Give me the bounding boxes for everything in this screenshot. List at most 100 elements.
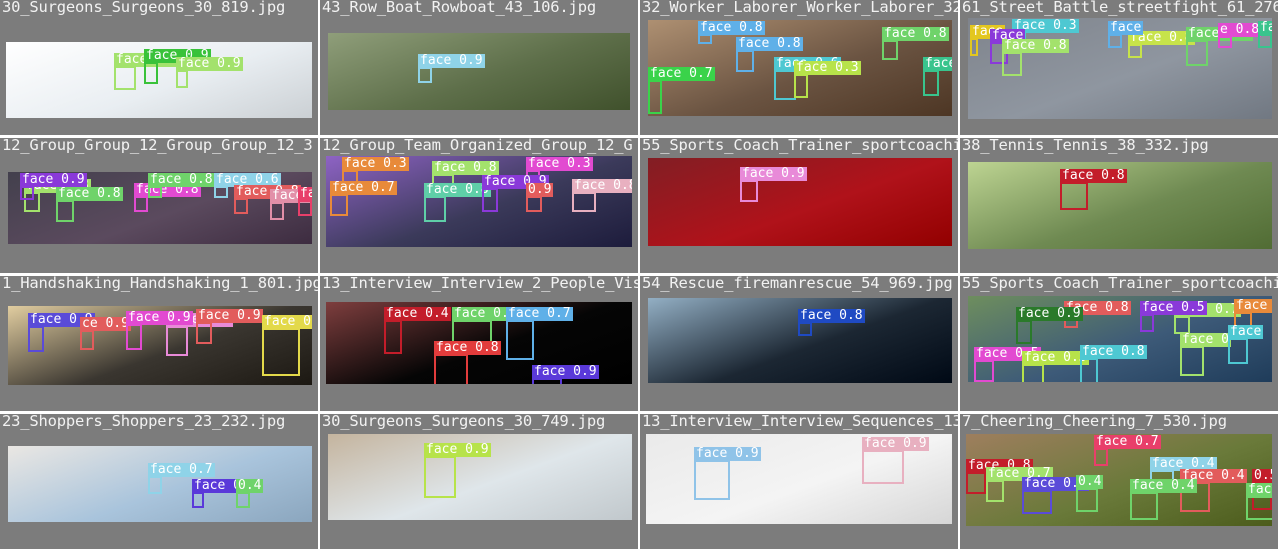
face-detection-box: face 0.9 bbox=[862, 437, 929, 484]
face-detection-box: face 0.9 bbox=[176, 57, 243, 88]
detection-label: face 0.7 bbox=[648, 66, 715, 81]
image-filename: 38_Tennis_Tennis_38_332.jpg bbox=[962, 138, 1209, 154]
detection-label: face 0.8 bbox=[882, 26, 949, 41]
image-filename: 12_Group_Group_12_Group_Group_12_3 bbox=[2, 138, 313, 154]
face-detection-box: face 0.8 bbox=[1128, 31, 1195, 58]
image-filename: 43_Row_Boat_Rowboat_43_106.jpg bbox=[322, 0, 596, 16]
detection-label: face 0.9 bbox=[126, 310, 193, 325]
detection-label: face 0.8 bbox=[148, 172, 215, 187]
image-thumbnail: face 0.7 face 0.3 0.4 bbox=[8, 446, 312, 522]
result-tile: 30_Surgeons_Surgeons_30_819.jpgface 0.9f… bbox=[0, 0, 318, 135]
detection-label: face 0.8 bbox=[1002, 38, 1069, 53]
image-filename: 13_Interview_Interview_Sequences_13_10 bbox=[642, 414, 958, 430]
detection-label: face 0.7 bbox=[330, 180, 397, 195]
detection-label: face 0.7 bbox=[148, 462, 215, 477]
face-detection-box: face 0.8 bbox=[1186, 27, 1253, 66]
face-detection-box: face 0.7 bbox=[506, 307, 573, 360]
face-detection-box: face 0.6 bbox=[298, 187, 312, 216]
detection-label: face 0.3 bbox=[794, 60, 861, 75]
face-detection-box: 0.4 bbox=[236, 479, 264, 508]
face-detection-box: face 0.8 bbox=[1060, 169, 1127, 210]
face-detection-box: face 0.9 bbox=[482, 175, 549, 212]
detection-label: face 0.9 bbox=[694, 446, 761, 461]
face-detection-box: face 0.8 bbox=[698, 21, 765, 44]
face-detection-box: face 0.8 bbox=[148, 173, 215, 198]
image-filename: 55_Sports_Coach_Trainer_sportcoaching bbox=[962, 276, 1278, 292]
detection-label: 0.5 bbox=[1252, 469, 1272, 483]
detection-label: ce 0.9 bbox=[80, 316, 131, 331]
face-detection-box: face 0 bbox=[1180, 333, 1231, 376]
face-detection-box: face bbox=[970, 25, 1006, 56]
face-detection-box: face bbox=[923, 57, 952, 96]
image-thumbnail: face 0.8face 0.9face 0.7face 0.5face Cfa… bbox=[968, 296, 1272, 382]
detection-label: face bbox=[1228, 324, 1264, 339]
face-detection-box: face 0.9 bbox=[740, 167, 807, 202]
face-detection-box: face 0.3 bbox=[794, 61, 861, 98]
face-detection-box: face 0.5 bbox=[1140, 301, 1207, 332]
face-detection-box: face bbox=[1258, 21, 1272, 48]
detection-label: face 0.8 bbox=[424, 182, 491, 197]
detection-label: face 0.9 bbox=[862, 436, 929, 451]
face-detection-box: face 0.9 bbox=[1016, 307, 1083, 344]
detection-label: face 0 bbox=[1180, 332, 1231, 347]
detection-label: face 0.9 bbox=[424, 442, 491, 457]
face-detection-box: face bbox=[1228, 325, 1264, 364]
image-thumbnail: face 0.9ce 0.9face 0.9face 0.9face 0.9fa… bbox=[8, 306, 312, 385]
face-detection-box: face 0.8 bbox=[798, 309, 865, 336]
face-detection-box: face 0.8 bbox=[736, 37, 803, 72]
detection-label: face 0.9 bbox=[196, 308, 263, 323]
detection-label: face 0.9 bbox=[740, 166, 807, 181]
detection-label: 0.9 bbox=[526, 182, 554, 197]
image-filename: 30_Surgeons_Surgeons_30_819.jpg bbox=[2, 0, 286, 16]
face-detection-box: face 0.8 bbox=[234, 185, 301, 214]
result-tile: 61_Street_Battle_streetfight_61_276.jpgf… bbox=[960, 0, 1278, 135]
detection-label: face 0.9 bbox=[1016, 306, 1083, 321]
image-thumbnail: face 0.9face 0.9face 0.9 bbox=[6, 42, 312, 118]
face-detection-box: face 0.9 bbox=[126, 311, 193, 350]
detection-label: face 0. bbox=[262, 315, 312, 329]
face-detection-box: face 0.8 bbox=[882, 27, 949, 60]
face-detection-box: face 0.5 bbox=[974, 347, 1041, 382]
image-thumbnail: face 0.4 face 0.6 face 0.7 face 0.8 face 0.9 bbox=[326, 302, 632, 384]
face-detection-box: face 0.4 bbox=[1130, 479, 1197, 520]
detection-label: face 0.5 bbox=[1140, 300, 1207, 315]
face-detection-box: face 0.3 bbox=[1022, 477, 1089, 514]
detection-label: face 0.8 bbox=[1080, 344, 1147, 359]
detection-label: face 0.8 bbox=[432, 160, 499, 175]
image-filename: 13_Interview_Interview_2_People_Visible_ bbox=[322, 276, 638, 292]
face-detection-box: face 0.9 bbox=[694, 447, 761, 500]
detection-label: face 0.4 bbox=[1130, 478, 1197, 493]
image-thumbnail: face 0.8face 0.8face 0.8face 0.6face 0.7… bbox=[648, 20, 952, 116]
image-thumbnail: face face 0.3 face face 0.8 face 0.8 face face… bbox=[968, 18, 1272, 119]
result-tile: 12_Group_Group_12_Group_Group_12_3face 0… bbox=[0, 138, 318, 273]
result-tile: 30_Surgeons_Surgeons_30_749.jpgface 0.9 bbox=[320, 414, 638, 549]
image-thumbnail: face 0.7 face 0.8 face 0.7 face 0.4 face 0.3… bbox=[966, 434, 1272, 526]
image-filename: 61_Street_Battle_streetfight_61_276.jpg bbox=[962, 0, 1278, 16]
face-detection-box: ce 0.9 bbox=[80, 317, 131, 350]
face-detection-box: face 0.9 bbox=[144, 49, 211, 84]
face-detection-box: face 0.9 bbox=[20, 173, 87, 200]
image-filename: 55_Sports_Coach_Trainer_sportcoaching bbox=[642, 138, 958, 154]
detection-label: face 0.8 bbox=[56, 186, 123, 201]
face-detection-box: face 0.8 bbox=[134, 183, 201, 212]
result-tile: 32_Worker_Laborer_Worker_Laborer_32_ face… bbox=[640, 0, 958, 135]
detection-label: face 0.9 bbox=[20, 172, 87, 187]
detection-label: face 0.7 bbox=[506, 306, 573, 321]
detection-label: face bbox=[1258, 21, 1272, 35]
face-detection-box: face 0.8 bbox=[572, 179, 632, 212]
face-detection-box: face 0.9 bbox=[28, 313, 95, 352]
detection-label: face 0.8 bbox=[698, 20, 765, 35]
face-detection-box: face 0.9 bbox=[532, 365, 599, 384]
detection-label: face bbox=[923, 57, 952, 71]
detection-label: face 0.3 bbox=[342, 156, 409, 171]
image-filename: 30_Surgeons_Surgeons_30_749.jpg bbox=[322, 414, 606, 430]
face-detection-box: face 0.9 bbox=[166, 313, 233, 356]
face-detection-box: face 0.3 bbox=[1022, 351, 1089, 382]
face-detection-box: face 0.8 bbox=[1002, 39, 1069, 76]
face-detection-box: face 0.3 bbox=[192, 479, 259, 508]
result-tile: 12_Group_Team_Organized_Group_12_G face 0… bbox=[320, 138, 638, 273]
image-filename: 23_Shoppers_Shoppers_23_232.jpg bbox=[2, 414, 286, 430]
detection-label: face 0.3 bbox=[1022, 350, 1089, 365]
face-detection-box: face 0.7 bbox=[1094, 435, 1161, 466]
result-tile: 38_Tennis_Tennis_38_332.jpgface 0.8 bbox=[960, 138, 1278, 273]
